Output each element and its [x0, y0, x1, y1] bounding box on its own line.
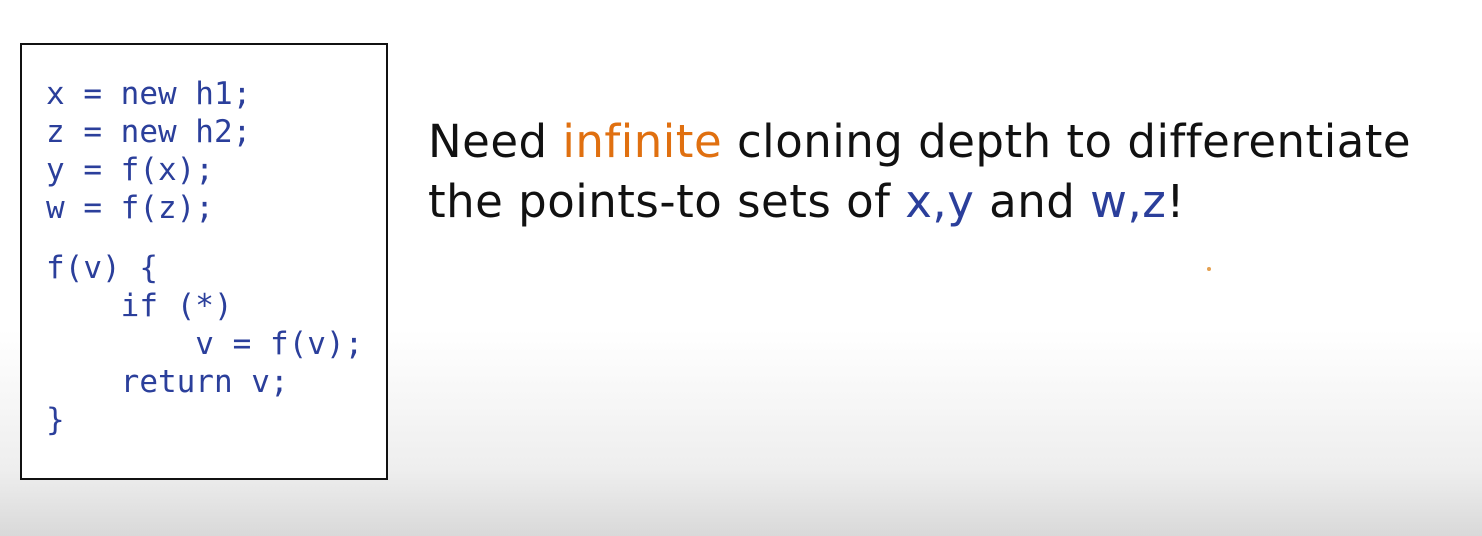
- code-line-9: return v;: [46, 364, 289, 400]
- code-snippet-box: x = new h1; z = new h2; y = f(x); w = f(…: [20, 43, 388, 480]
- caption-line-2: the points-to sets of x,y and w,z!: [428, 172, 1468, 232]
- caption-emphasis-infinite: infinite: [562, 115, 723, 168]
- code-line-2: z = new h2;: [46, 114, 252, 150]
- caption-variables-wz: w,z: [1090, 175, 1167, 228]
- caption-text: Need: [428, 115, 563, 168]
- caption-text: and: [974, 175, 1091, 228]
- annotation-dot: [1207, 267, 1211, 271]
- caption-text: cloning depth to differentiate: [722, 115, 1412, 168]
- caption-line-1: Need infinite cloning depth to different…: [428, 112, 1468, 172]
- code-line-1: x = new h1;: [46, 76, 252, 112]
- slide-caption: Need infinite cloning depth to different…: [428, 112, 1468, 232]
- caption-variables-xy: x,y: [905, 175, 975, 228]
- code-line-10: }: [46, 402, 65, 438]
- caption-text: !: [1166, 175, 1185, 228]
- code-line-4: w = f(z);: [46, 190, 214, 226]
- code-line-8: v = f(v);: [46, 326, 364, 362]
- code-line-7: if (*): [46, 288, 233, 324]
- code-line-3: y = f(x);: [46, 152, 214, 188]
- code-line-6: f(v) {: [46, 250, 158, 286]
- caption-text: the points-to sets of: [428, 175, 906, 228]
